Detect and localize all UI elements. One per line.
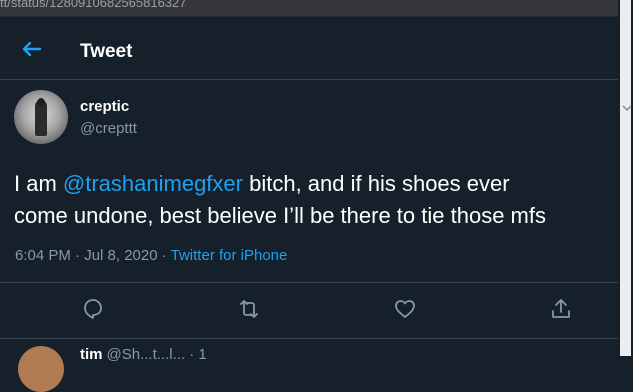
like-button[interactable] <box>392 296 418 322</box>
tweet-text: I am @trashanimegfxer bitch, and if his … <box>14 168 633 232</box>
chevron-down-icon <box>622 105 632 112</box>
tweet-timestamp[interactable]: 6:04 PM · Jul 8, 2020 · <box>15 247 171 264</box>
divider <box>0 338 618 339</box>
divider <box>0 282 618 283</box>
more-options-button[interactable] <box>622 100 632 112</box>
back-arrow-icon <box>22 41 42 57</box>
reply-handle: @Sh...t...l... · 1 <box>106 346 207 363</box>
tweet-text-line2: come undone, best believe I’ll be there … <box>14 203 546 228</box>
page-header: Tweet <box>0 17 618 80</box>
reply-icon <box>84 299 102 319</box>
retweet-button[interactable] <box>236 296 262 322</box>
mention-link[interactable]: @trashanimegfxer <box>63 171 243 196</box>
reply-author[interactable]: tim @Sh...t...l... · 1 <box>80 346 207 363</box>
like-icon <box>395 300 415 318</box>
share-icon <box>552 299 570 318</box>
display-name[interactable]: creptic <box>80 98 129 115</box>
retweet-icon <box>240 300 258 318</box>
reply-button[interactable] <box>80 296 106 322</box>
tweet-meta: 6:04 PM · Jul 8, 2020 · Twitter for iPho… <box>15 247 287 264</box>
url-text: tt/status/1280910682565816327 <box>0 0 187 10</box>
back-button[interactable] <box>18 39 46 59</box>
tweet-source-link[interactable]: Twitter for iPhone <box>171 247 288 264</box>
tweet-text-start: I am <box>14 171 63 196</box>
user-handle[interactable]: @crepttt <box>80 120 137 137</box>
reply-avatar[interactable] <box>18 346 64 392</box>
avatar[interactable] <box>14 90 68 144</box>
browser-url-bar[interactable]: tt/status/1280910682565816327 <box>0 0 618 17</box>
share-button[interactable] <box>548 296 574 322</box>
tweet-text-line1-end: bitch, and if his shoes ever <box>242 171 510 196</box>
avatar-head <box>37 98 45 107</box>
reply-display-name: tim <box>80 346 103 363</box>
page-title: Tweet <box>80 41 133 62</box>
